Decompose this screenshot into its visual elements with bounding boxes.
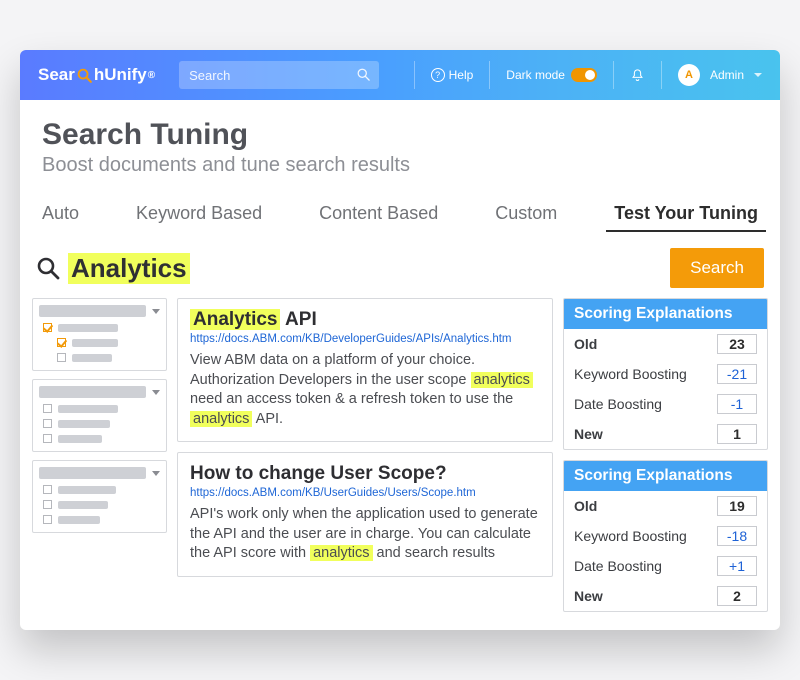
logo-text-b: hUnify: [94, 65, 147, 85]
tabs: Auto Keyword Based Content Based Custom …: [20, 197, 780, 232]
facet-checkbox[interactable]: [43, 485, 52, 494]
help-label: Help: [449, 68, 474, 82]
score-value: 23: [717, 334, 757, 354]
facet-checkbox[interactable]: [43, 404, 52, 413]
facet-checkbox[interactable]: [43, 419, 52, 428]
separator: [414, 61, 415, 89]
topbar: Sear hUnify ® ? Help Dark mode: [20, 50, 780, 100]
score-value: -21: [717, 364, 757, 384]
dark-mode-toggle[interactable]: Dark mode: [506, 68, 597, 82]
score-value: -18: [717, 526, 757, 546]
query-row: Analytics Search: [20, 232, 780, 298]
admin-menu[interactable]: A Admin: [678, 64, 762, 86]
facet-group[interactable]: [32, 460, 167, 533]
tab-content[interactable]: Content Based: [311, 197, 446, 232]
help-button[interactable]: ? Help: [431, 68, 474, 82]
search-icon: [356, 67, 371, 82]
score-label: Keyword Boosting: [574, 528, 687, 544]
result-card: Analytics API https://docs.ABM.com/KB/De…: [177, 298, 553, 442]
scoring-header: Scoring Explanations: [564, 299, 767, 329]
result-title: How to change User Scope?: [190, 463, 540, 485]
scoring-header: Scoring Explanations: [564, 461, 767, 491]
logo-magnifier-icon: [76, 67, 93, 84]
query-display: Analytics: [36, 253, 656, 284]
facet-group[interactable]: [32, 379, 167, 452]
facet-sidebar: [32, 298, 167, 612]
result-url[interactable]: https://docs.ABM.com/KB/DeveloperGuides/…: [190, 333, 540, 345]
separator: [613, 61, 614, 89]
help-icon: ?: [431, 68, 445, 82]
tab-auto[interactable]: Auto: [34, 197, 87, 232]
score-value: +1: [717, 556, 757, 576]
chevron-down-icon: [152, 471, 160, 476]
avatar: A: [678, 64, 700, 86]
score-label: Date Boosting: [574, 396, 662, 412]
topbar-right: ? Help Dark mode A Admin: [414, 61, 762, 89]
facet-group[interactable]: [32, 298, 167, 371]
scoring-box: Scoring Explanations Old 23 Keyword Boost…: [563, 298, 768, 450]
result-title: Analytics API: [190, 309, 540, 331]
admin-label: Admin: [710, 68, 744, 82]
topbar-search-input[interactable]: [179, 61, 379, 89]
facet-checkbox[interactable]: [57, 353, 66, 362]
logo-registered: ®: [148, 70, 155, 81]
facet-checkbox[interactable]: [43, 515, 52, 524]
page-title: Search Tuning: [42, 118, 758, 152]
dark-mode-label: Dark mode: [506, 68, 565, 82]
facet-checkbox[interactable]: [57, 338, 66, 347]
page-subtitle: Boost documents and tune search results: [42, 154, 758, 177]
chevron-down-icon: [152, 390, 160, 395]
chevron-down-icon: [152, 309, 160, 314]
result-snippet: View ABM data on a platform of your choi…: [190, 351, 540, 429]
topbar-search[interactable]: [179, 61, 379, 89]
separator: [489, 61, 490, 89]
facet-checkbox[interactable]: [43, 323, 52, 332]
score-label: Keyword Boosting: [574, 366, 687, 382]
tab-test[interactable]: Test Your Tuning: [606, 197, 766, 232]
bell-icon[interactable]: [630, 68, 645, 83]
logo-text-a: Sear: [38, 65, 75, 85]
search-icon: [36, 256, 60, 280]
score-value: 19: [717, 496, 757, 516]
facet-checkbox[interactable]: [43, 434, 52, 443]
score-label: New: [574, 426, 603, 442]
query-term: Analytics: [68, 253, 190, 284]
page-header: Search Tuning Boost documents and tune s…: [20, 100, 780, 185]
result-card: How to change User Scope? https://docs.A…: [177, 452, 553, 577]
logo: Sear hUnify ®: [38, 65, 155, 85]
content-area: Analytics API https://docs.ABM.com/KB/De…: [20, 298, 780, 630]
scoring-column: Scoring Explanations Old 23 Keyword Boost…: [563, 298, 768, 612]
scoring-box: Scoring Explanations Old 19 Keyword Boost…: [563, 460, 768, 612]
score-value: 2: [717, 586, 757, 606]
score-label: Old: [574, 498, 597, 514]
score-value: 1: [717, 424, 757, 444]
result-snippet: API's work only when the application use…: [190, 505, 540, 564]
score-value: -1: [717, 394, 757, 414]
toggle-icon: [571, 68, 597, 82]
facet-checkbox[interactable]: [43, 500, 52, 509]
result-url[interactable]: https://docs.ABM.com/KB/UserGuides/Users…: [190, 487, 540, 499]
score-label: New: [574, 588, 603, 604]
separator: [661, 61, 662, 89]
results-column: Analytics API https://docs.ABM.com/KB/De…: [177, 298, 553, 612]
app-frame: Sear hUnify ® ? Help Dark mode: [20, 50, 780, 630]
tab-keyword[interactable]: Keyword Based: [128, 197, 270, 232]
chevron-down-icon: [754, 73, 762, 77]
score-label: Date Boosting: [574, 558, 662, 574]
score-label: Old: [574, 336, 597, 352]
search-button[interactable]: Search: [670, 248, 764, 288]
tab-custom[interactable]: Custom: [487, 197, 565, 232]
